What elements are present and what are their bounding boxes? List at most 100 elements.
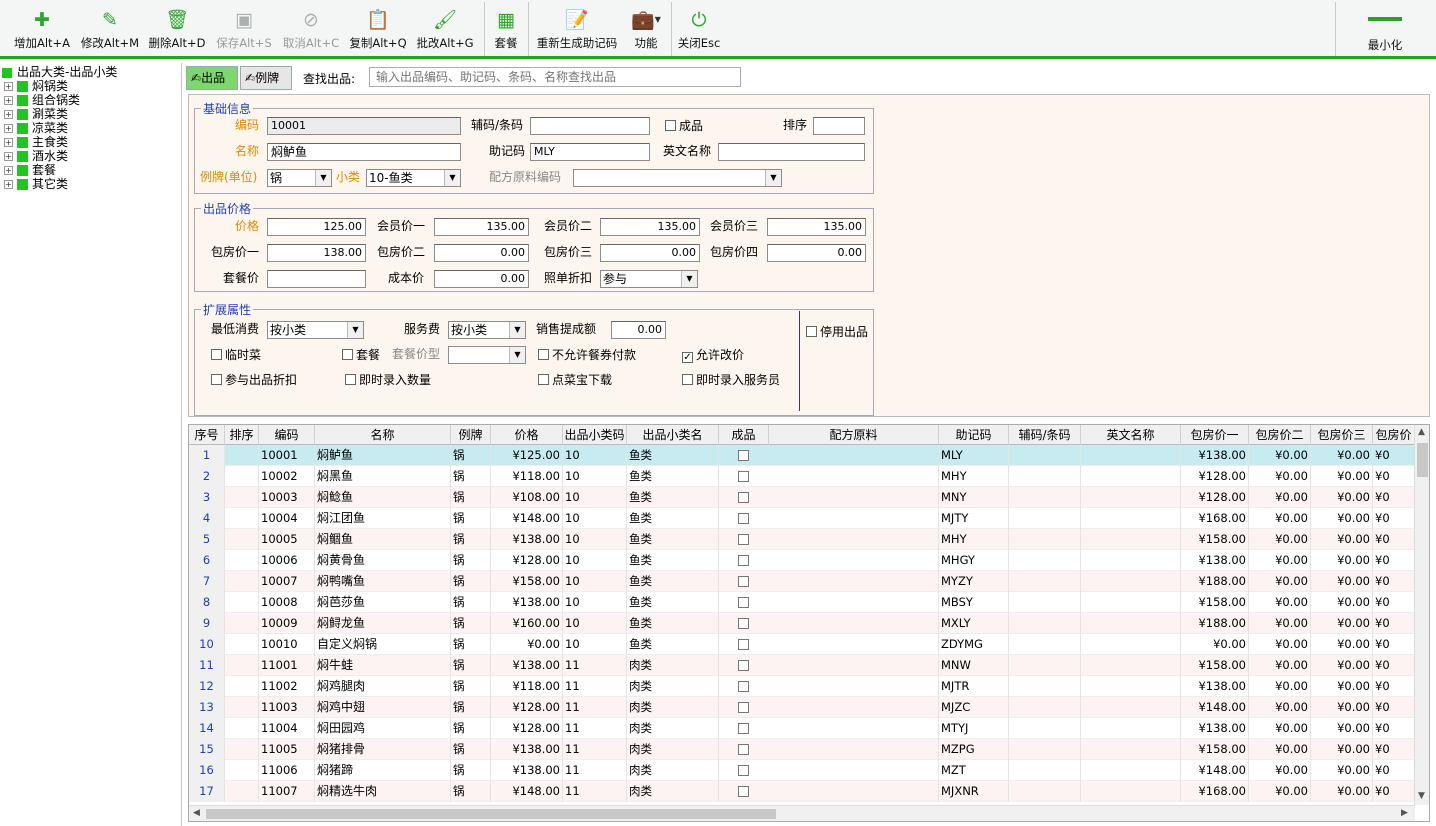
edit-button[interactable]: ✎ 修改Alt+M <box>78 8 142 54</box>
tab-unit[interactable]: ✍例牌 <box>240 66 292 90</box>
tree-root[interactable]: 出品大类-出品小类 <box>2 65 117 79</box>
enter-waiter-checkbox[interactable]: 即时录入服务员 <box>682 373 780 387</box>
expand-icon[interactable]: + <box>4 110 13 119</box>
expand-icon[interactable]: + <box>4 138 13 147</box>
add-button[interactable]: ✚ 增加Alt+A <box>10 8 74 54</box>
cancel-button[interactable]: ⊘ 取消Alt+C <box>279 8 343 54</box>
recipe-code-select[interactable]: ▼ <box>573 169 782 187</box>
price-field[interactable]: 125.00 <box>267 218 366 236</box>
commission-field[interactable]: 0.00 <box>611 321 666 339</box>
column-header[interactable]: 排序 <box>225 425 259 445</box>
cost-price-field[interactable]: 0.00 <box>434 270 529 288</box>
setmeal-button[interactable]: ▦ 套餐 <box>489 8 523 54</box>
scroll-thumb[interactable] <box>1417 443 1428 477</box>
finished-cell-checkbox[interactable] <box>738 492 749 503</box>
finished-cell-checkbox[interactable] <box>738 744 749 755</box>
table-row[interactable]: 13 11003 焖鸡中翅锅 ¥128.00 11 肉类 MJZC ¥148.00 ¥0.00 ¥… <box>189 697 1415 718</box>
finished-cell-checkbox[interactable] <box>738 765 749 776</box>
finished-cell-checkbox[interactable] <box>738 702 749 713</box>
service-fee-select[interactable]: 按小类 ▼ <box>448 321 526 339</box>
table-row[interactable]: 11 11001 焖牛蛙锅 ¥138.00 11 肉类 MNW ¥158.00 ¥0.00 ¥0.… <box>189 655 1415 676</box>
column-header[interactable]: 英文名称 <box>1081 425 1181 445</box>
room-price-3-field[interactable]: 0.00 <box>600 244 700 262</box>
scroll-left-icon[interactable]: ◀ <box>193 808 200 818</box>
table-row[interactable]: 5 10005 焖鲴鱼锅 ¥138.00 10 鱼类 MHY ¥158.00 ¥0.00 ¥0.0… <box>189 529 1415 550</box>
subcategory-select[interactable]: 10-鱼类 ▼ <box>366 169 461 187</box>
no-coupon-checkbox[interactable]: 不允许餐券付款 <box>538 348 636 362</box>
column-header[interactable]: 成品 <box>719 425 769 445</box>
table-row[interactable]: 7 10007 焖鸭嘴鱼锅 ¥158.00 10 鱼类 MYZY ¥188.00 ¥0.00 ¥0… <box>189 571 1415 592</box>
tree-item[interactable]: + 凉菜类 <box>4 121 68 135</box>
close-button[interactable]: ⏻ 关闭Esc <box>676 8 722 54</box>
code-field[interactable]: 10001 <box>267 117 461 135</box>
table-row[interactable]: 12 11002 焖鸡腿肉锅 ¥118.00 11 肉类 MJTR ¥138.00 ¥0.00 ¥… <box>189 676 1415 697</box>
english-name-field[interactable] <box>718 143 865 161</box>
finished-cell-checkbox[interactable] <box>738 681 749 692</box>
finished-cell-checkbox[interactable] <box>738 576 749 587</box>
column-header[interactable]: 例牌 <box>451 425 491 445</box>
column-header[interactable]: 编码 <box>259 425 315 445</box>
column-header[interactable]: 助记码 <box>939 425 1009 445</box>
vertical-scrollbar[interactable]: ▲ ▼ <box>1414 425 1429 805</box>
mnemonic-field[interactable]: MLY <box>530 143 650 161</box>
tree-item[interactable]: + 组合锅类 <box>4 93 80 107</box>
room-price-2-field[interactable]: 0.00 <box>434 244 529 262</box>
table-row[interactable]: 4 10004 焖江团鱼锅 ¥148.00 10 鱼类 MJTY ¥168.00 ¥0.00 ¥0… <box>189 508 1415 529</box>
finished-cell-checkbox[interactable] <box>738 660 749 671</box>
search-input[interactable] <box>369 67 741 87</box>
column-header[interactable]: 序号 <box>189 425 225 445</box>
finished-cell-checkbox[interactable] <box>738 723 749 734</box>
tree-item[interactable]: + 其它类 <box>4 177 68 191</box>
copy-button[interactable]: 📋 复制Alt+Q <box>346 8 410 54</box>
column-header[interactable]: 包房价 <box>1373 425 1415 445</box>
tree-item[interactable]: + 酒水类 <box>4 149 68 163</box>
column-header[interactable]: 出品小类码 <box>563 425 627 445</box>
column-header[interactable]: 包房价一 <box>1181 425 1249 445</box>
table-row[interactable]: 16 11006 焖猪蹄锅 ¥138.00 11 肉类 MZT ¥148.00 ¥0.00 ¥0.… <box>189 760 1415 781</box>
column-header[interactable]: 辅码/条码 <box>1009 425 1081 445</box>
expand-icon[interactable]: + <box>4 96 13 105</box>
column-header[interactable]: 价格 <box>491 425 563 445</box>
regenerate-mnemonic-button[interactable]: 📝 重新生成助记码 <box>533 8 621 54</box>
table-row[interactable]: 9 10009 焖鲟龙鱼锅 ¥160.00 10 鱼类 MXLY ¥188.00 ¥0.00 ¥0… <box>189 613 1415 634</box>
scroll-up-icon[interactable]: ▲ <box>1418 427 1425 437</box>
enter-qty-checkbox[interactable]: 即时录入数量 <box>345 373 431 387</box>
setmeal-price-type-select[interactable]: ▼ <box>448 346 526 364</box>
tab-product[interactable]: ✍出品 <box>186 66 238 90</box>
finished-cell-checkbox[interactable] <box>738 786 749 797</box>
column-header[interactable]: 名称 <box>315 425 451 445</box>
scroll-right-icon[interactable]: ▶ <box>1401 808 1408 818</box>
finished-cell-checkbox[interactable] <box>738 555 749 566</box>
room-price-4-field[interactable]: 0.00 <box>767 244 866 262</box>
column-header[interactable]: 配方原料 <box>769 425 939 445</box>
finished-cell-checkbox[interactable] <box>738 597 749 608</box>
finished-cell-checkbox[interactable] <box>738 450 749 461</box>
finished-cell-checkbox[interactable] <box>738 639 749 650</box>
save-button[interactable]: ▣ 保存Alt+S <box>212 8 276 54</box>
scroll-down-icon[interactable]: ▼ <box>1418 791 1425 801</box>
setmeal-checkbox[interactable]: 套餐 <box>342 348 380 362</box>
download-checkbox[interactable]: 点菜宝下载 <box>538 373 612 387</box>
finished-cell-checkbox[interactable] <box>738 513 749 524</box>
member-price-2-field[interactable]: 135.00 <box>600 218 700 236</box>
table-row[interactable]: 14 11004 焖田园鸡锅 ¥128.00 11 肉类 MTYJ ¥138.00 ¥0.00 ¥… <box>189 718 1415 739</box>
horizontal-scrollbar[interactable]: ◀ ▶ <box>189 805 1415 821</box>
tree-item[interactable]: + 涮菜类 <box>4 107 68 121</box>
expand-icon[interactable]: + <box>4 180 13 189</box>
table-row[interactable]: 10 10010 自定义焖锅锅 ¥0.00 10 鱼类 ZDYMG ¥0.00 ¥0.00 ¥0.… <box>189 634 1415 655</box>
scroll-thumb[interactable] <box>206 809 776 819</box>
finished-cell-checkbox[interactable] <box>738 534 749 545</box>
finished-cell-checkbox[interactable] <box>738 618 749 629</box>
table-row[interactable]: 15 11005 焖猪排骨锅 ¥138.00 11 肉类 MZPG ¥158.00 ¥0.00 ¥… <box>189 739 1415 760</box>
min-spend-select[interactable]: 按小类 ▼ <box>267 321 364 339</box>
tree-item[interactable]: + 套餐 <box>4 163 56 177</box>
setmeal-price-field[interactable] <box>267 270 366 288</box>
member-price-3-field[interactable]: 135.00 <box>767 218 866 236</box>
column-header[interactable]: 出品小类名 <box>627 425 719 445</box>
column-header[interactable]: 包房价二 <box>1249 425 1311 445</box>
unit-select[interactable]: 锅 ▼ <box>267 169 332 187</box>
temp-dish-checkbox[interactable]: 临时菜 <box>211 348 261 362</box>
expand-icon[interactable]: + <box>4 166 13 175</box>
room-price-1-field[interactable]: 138.00 <box>267 244 366 262</box>
finished-cell-checkbox[interactable] <box>738 471 749 482</box>
